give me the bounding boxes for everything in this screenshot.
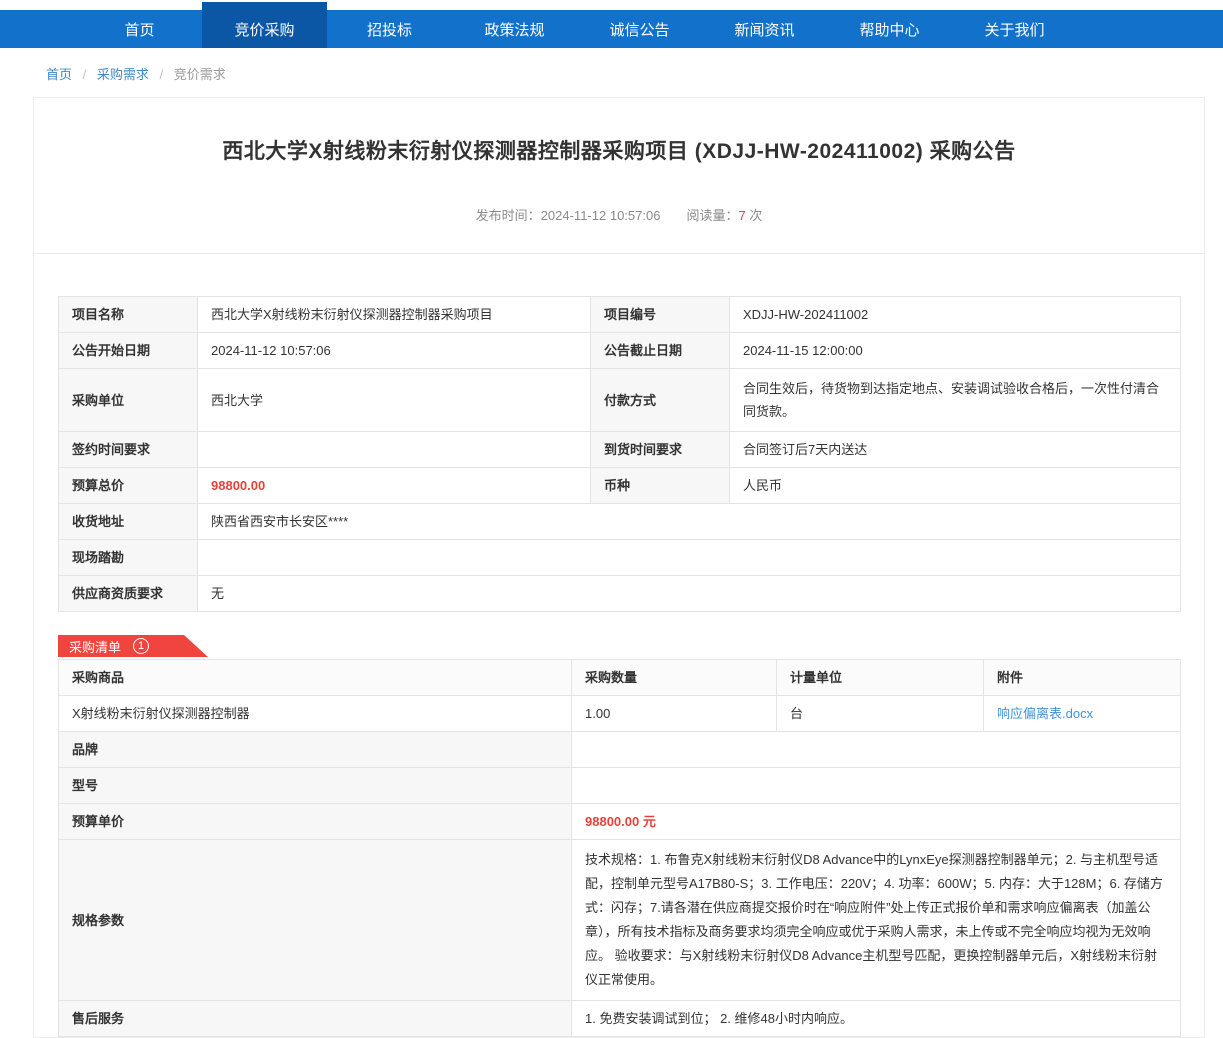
table-row: 收货地址 陕西省西安市长安区**** [59, 504, 1181, 540]
field-label: 收货地址 [59, 504, 198, 540]
nav-item-about[interactable]: 关于我们 [952, 0, 1077, 48]
item-name: X射线粉末衍射仪探测器控制器 [59, 696, 572, 732]
field-label: 型号 [59, 768, 572, 804]
purchase-list-tag-label: 采购清单 [69, 637, 121, 656]
field-value: 西北大学X射线粉末衍射仪探测器控制器采购项目 [198, 297, 591, 333]
field-label: 公告截止日期 [591, 333, 730, 369]
table-row: 售后服务 1. 免费安装调试到位； 2. 维修48小时内响应。 [59, 1001, 1181, 1037]
brand-value [572, 732, 1181, 768]
purchase-items-table: 采购商品 采购数量 计量单位 附件 X射线粉末衍射仪探测器控制器 1.00 台 … [58, 659, 1181, 1037]
nav-item-bidding-purchase[interactable]: 竞价采购 [202, 0, 327, 48]
purchase-list-tag: 采购清单 1 [58, 635, 208, 657]
column-header-unit: 计量单位 [777, 660, 984, 696]
field-label: 到货时间要求 [591, 432, 730, 468]
table-row: 型号 [59, 768, 1181, 804]
field-label: 签约时间要求 [59, 432, 198, 468]
table-row: 签约时间要求 到货时间要求 合同签订后7天内送达 [59, 432, 1181, 468]
table-row: 规格参数 技术规格：1. 布鲁克X射线粉末衍射仪D8 Advance中的Lynx… [59, 840, 1181, 1001]
field-label: 预算单价 [59, 804, 572, 840]
breadcrumb-current: 竞价需求 [174, 67, 226, 82]
field-value [198, 540, 1181, 576]
field-label: 币种 [591, 468, 730, 504]
announcement-card: 西北大学X射线粉末衍射仪探测器控制器采购项目 (XDJJ-HW-20241100… [33, 97, 1205, 1038]
spec-params-value: 技术规格：1. 布鲁克X射线粉末衍射仪D8 Advance中的LynxEye探测… [572, 840, 1181, 1001]
field-value: 合同生效后，待货物到达指定地点、安装调试验收合格后，一次性付清合同货款。 [730, 369, 1181, 432]
field-value: 合同签订后7天内送达 [730, 432, 1181, 468]
publish-time-label: 发布时间： [476, 208, 541, 223]
nav-item-help[interactable]: 帮助中心 [827, 0, 952, 48]
breadcrumb-separator: / [83, 67, 87, 82]
table-row: 采购单位 西北大学 付款方式 合同生效后，待货物到达指定地点、安装调试验收合格后… [59, 369, 1181, 432]
field-value: 无 [198, 576, 1181, 612]
table-row: 品牌 [59, 732, 1181, 768]
budget-total-value: 98800.00 [198, 468, 591, 504]
field-label: 项目名称 [59, 297, 198, 333]
table-row: 预算单价 98800.00 元 [59, 804, 1181, 840]
breadcrumb: 首页 / 采购需求 / 竞价需求 [0, 48, 1223, 93]
table-row: 现场踏勘 [59, 540, 1181, 576]
field-value: 西北大学 [198, 369, 591, 432]
field-label: 售后服务 [59, 1001, 572, 1037]
field-label: 项目编号 [591, 297, 730, 333]
table-row: 项目名称 西北大学X射线粉末衍射仪探测器控制器采购项目 项目编号 XDJJ-HW… [59, 297, 1181, 333]
views-unit: 次 [749, 208, 762, 223]
nav-item-integrity[interactable]: 诚信公告 [577, 0, 702, 48]
field-value: 陕西省西安市长安区**** [198, 504, 1181, 540]
field-value: XDJJ-HW-202411002 [730, 297, 1181, 333]
field-label: 品牌 [59, 732, 572, 768]
field-label: 预算总价 [59, 468, 198, 504]
breadcrumb-section-link[interactable]: 采购需求 [97, 67, 149, 82]
field-label: 规格参数 [59, 840, 572, 1001]
field-label: 采购单位 [59, 369, 198, 432]
field-label: 现场踏勘 [59, 540, 198, 576]
table-row: 预算总价 98800.00 币种 人民币 [59, 468, 1181, 504]
views-label: 阅读量： [686, 208, 738, 223]
field-label: 付款方式 [591, 369, 730, 432]
table-row: 公告开始日期 2024-11-12 10:57:06 公告截止日期 2024-1… [59, 333, 1181, 369]
nav-item-home[interactable]: 首页 [77, 0, 202, 48]
unit-price-value: 98800.00 元 [572, 804, 1181, 840]
page-title: 西北大学X射线粉末衍射仪探测器控制器采购项目 (XDJJ-HW-20241100… [34, 98, 1204, 165]
publish-time-value: 2024-11-12 10:57:06 [541, 208, 661, 223]
nav-items: 首页 竞价采购 招投标 政策法规 诚信公告 新闻资讯 帮助中心 关于我们 [77, 0, 1077, 48]
top-navigation: 首页 竞价采购 招投标 政策法规 诚信公告 新闻资讯 帮助中心 关于我们 [0, 0, 1223, 48]
field-value [198, 432, 591, 468]
views-count: 7 [738, 208, 745, 223]
table-row: 供应商资质要求 无 [59, 576, 1181, 612]
count-badge: 1 [133, 638, 149, 654]
attachment-link[interactable]: 响应偏离表.docx [997, 706, 1093, 721]
nav-item-policy[interactable]: 政策法规 [452, 0, 577, 48]
divider [34, 253, 1204, 254]
breadcrumb-home-link[interactable]: 首页 [46, 67, 72, 82]
column-header-product: 采购商品 [59, 660, 572, 696]
field-label: 供应商资质要求 [59, 576, 198, 612]
column-header-quantity: 采购数量 [572, 660, 777, 696]
item-quantity: 1.00 [572, 696, 777, 732]
column-header-attachment: 附件 [984, 660, 1181, 696]
after-sales-value: 1. 免费安装调试到位； 2. 维修48小时内响应。 [572, 1001, 1181, 1037]
item-unit: 台 [777, 696, 984, 732]
field-label: 公告开始日期 [59, 333, 198, 369]
field-value: 2024-11-12 10:57:06 [198, 333, 591, 369]
article-meta: 发布时间：2024-11-12 10:57:06 阅读量：7 次 [34, 205, 1204, 224]
breadcrumb-separator: / [160, 67, 164, 82]
nav-item-news[interactable]: 新闻资讯 [702, 0, 827, 48]
project-info-table: 项目名称 西北大学X射线粉末衍射仪探测器控制器采购项目 项目编号 XDJJ-HW… [58, 296, 1181, 612]
model-value [572, 768, 1181, 804]
nav-item-tender[interactable]: 招投标 [327, 0, 452, 48]
field-value: 2024-11-15 12:00:00 [730, 333, 1181, 369]
table-header-row: 采购商品 采购数量 计量单位 附件 [59, 660, 1181, 696]
field-value: 人民币 [730, 468, 1181, 504]
item-row: X射线粉末衍射仪探测器控制器 1.00 台 响应偏离表.docx [59, 696, 1181, 732]
